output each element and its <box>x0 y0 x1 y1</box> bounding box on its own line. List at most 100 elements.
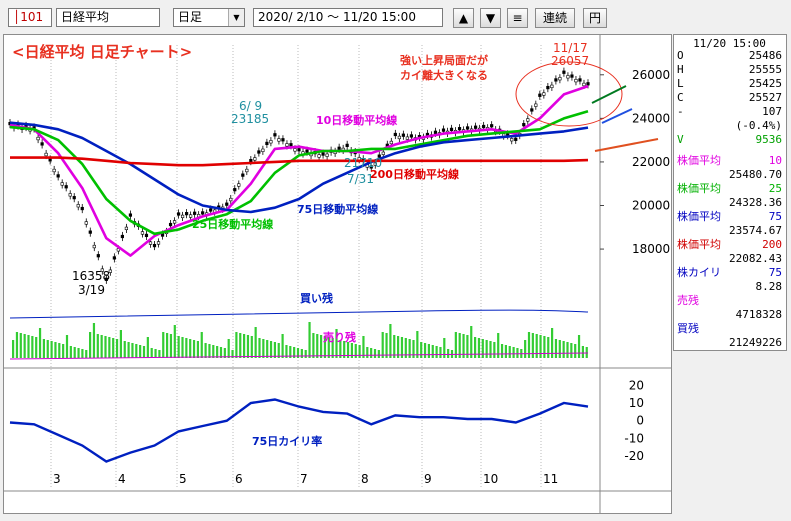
candle-body <box>225 202 229 206</box>
candle-body <box>317 154 321 158</box>
sell-balance-bar <box>373 349 377 358</box>
sell-balance-bar <box>585 347 588 358</box>
sell-balance-bar <box>119 330 122 358</box>
candle-body <box>96 254 100 258</box>
candle-body <box>558 77 562 81</box>
sell-balance-bar <box>158 350 161 358</box>
candle-body <box>405 136 409 140</box>
sell-balance-value: 4718328 <box>735 308 782 321</box>
candle-body <box>522 123 526 127</box>
continuous-button[interactable]: 連続 <box>535 8 575 28</box>
sell-balance-bar <box>81 349 84 358</box>
candle-body <box>566 75 570 79</box>
sell-balance-bar <box>127 342 130 358</box>
sell-balance-bar <box>69 346 72 358</box>
sell-balance-bar <box>316 334 319 358</box>
sell-balance-bar <box>54 342 57 358</box>
high-value-label: 23185 <box>231 112 269 126</box>
sell-balance-bar <box>77 348 80 358</box>
high-date-label: 6/ 9 <box>239 99 262 113</box>
recent-value-label: 26057 <box>551 54 589 68</box>
sell-balance-bar <box>200 332 203 358</box>
stock-code-field[interactable]: │101 <box>8 8 52 27</box>
sell-balance-bar <box>135 344 138 358</box>
sell-balance-bar <box>23 334 26 358</box>
buy-balance-label: 買い残 <box>300 291 333 305</box>
indicator-value: 23574.67 <box>729 224 782 237</box>
sell-balance-bar <box>192 340 196 358</box>
period-select[interactable]: 日足 ▼ <box>173 8 245 27</box>
sell-balance-bar <box>512 347 515 358</box>
candle-body <box>148 241 153 245</box>
sell-balance-bar <box>65 335 69 358</box>
candle-body <box>144 233 149 238</box>
stock-name: 日経平均 <box>61 10 110 24</box>
sell-balance-bar <box>439 347 442 358</box>
sell-balance-bar <box>50 341 53 358</box>
sell-balance-bar <box>524 340 527 358</box>
candle-body <box>229 197 233 202</box>
menu-button[interactable]: ≡ <box>507 8 528 28</box>
sell-balance-bar <box>554 339 558 358</box>
sell-balance-bar <box>89 332 92 358</box>
ohlc-value: 25486 <box>748 49 782 62</box>
candle-body <box>88 230 92 234</box>
sell-balance-bar <box>146 337 149 358</box>
sell-balance-bar <box>131 343 134 358</box>
sell-balance-bar <box>258 338 261 358</box>
sell-balance-bar <box>508 346 511 358</box>
candle-body <box>281 138 285 142</box>
candle-body <box>534 103 538 107</box>
sell-balance-bar <box>31 336 34 358</box>
recent-date-label: 11/17 <box>553 41 588 55</box>
candle-body <box>482 124 486 129</box>
stock-name-field[interactable]: 日経平均 <box>56 8 160 27</box>
ma10-label: 10日移動平均線 <box>316 113 397 127</box>
ohlc-value: 25555 <box>748 63 782 76</box>
candle-body <box>578 78 582 82</box>
scroll-up-button[interactable]: ▲ <box>453 8 474 28</box>
sell-balance-bar <box>304 350 307 358</box>
price-chart: 3 4 5 6 7 8 9 10 11 18000 20000 22000 24000 26000 20 10… <box>4 35 671 513</box>
sell-balance-bar <box>92 323 96 358</box>
sell-balance-bar <box>246 335 250 358</box>
ma75-label: 75日移動平均線 <box>297 202 378 216</box>
comment-line2: カイ離大きくなる <box>400 68 488 82</box>
sell-balance-bar <box>362 336 365 358</box>
sell-balance-bar <box>35 337 38 358</box>
sell-balance-bar <box>227 339 230 358</box>
ma75-line <box>9 121 589 214</box>
sell-balance-bar <box>385 333 388 358</box>
kairi-tick-label: 20 <box>629 378 644 392</box>
sell-balance-bar <box>431 345 434 358</box>
sell-balance-bar <box>19 333 22 358</box>
sell-balance-bar <box>85 350 88 358</box>
indicator-period: 75 <box>768 210 782 223</box>
candle-body <box>152 243 157 248</box>
candle-body <box>441 128 446 132</box>
low-date-label: 3/19 <box>78 283 105 297</box>
candle-body <box>44 152 48 157</box>
candle-body <box>128 213 133 217</box>
candle-body <box>381 151 385 155</box>
sell-balance-bar <box>539 335 542 358</box>
indicator-period: 25 <box>768 182 782 195</box>
sell-balance-bar <box>262 339 265 358</box>
candle-body <box>185 212 189 216</box>
sell-balance-bar <box>15 332 19 358</box>
candle-body <box>120 234 124 239</box>
sell-balance-bar <box>169 334 173 358</box>
menu-icon: ≡ <box>512 11 523 25</box>
sell-balance-bar <box>558 340 561 358</box>
yen-button[interactable]: 円 <box>583 8 607 28</box>
scroll-down-button[interactable]: ▼ <box>480 8 501 28</box>
candle-body <box>172 220 177 224</box>
comment-line1: 強い上昇局面だが <box>400 53 488 67</box>
candle-body <box>168 222 173 227</box>
indicator-label: 株価平均 <box>677 182 721 195</box>
date-range-field[interactable]: 2020/ 2/10 〜 11/20 15:00 <box>253 8 443 27</box>
sell-balance-bar <box>562 341 565 358</box>
chart-title: <日経平均 日足チャート> <box>12 43 192 61</box>
chevron-down-icon: ▼ <box>228 9 244 26</box>
candle-body <box>277 138 281 142</box>
